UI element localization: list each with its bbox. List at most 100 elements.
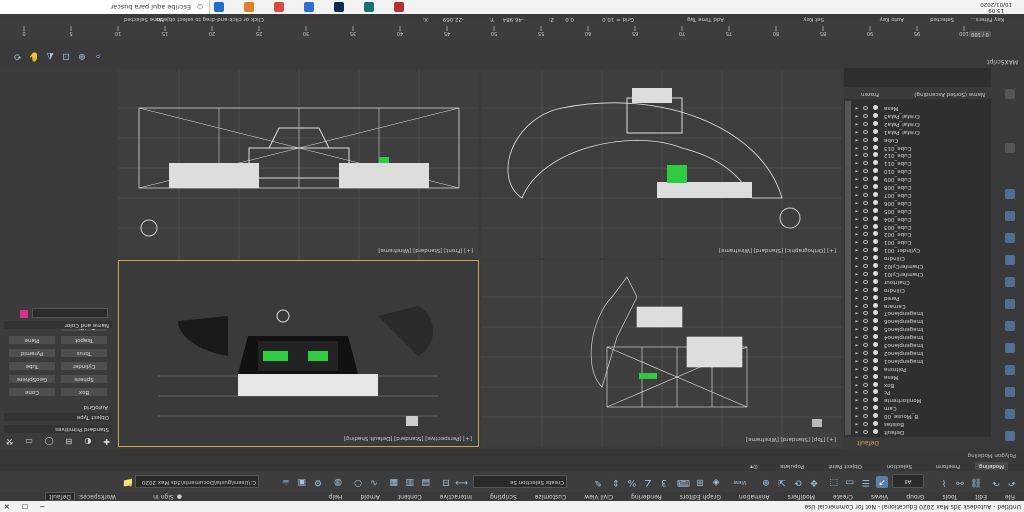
expand-arrow-icon[interactable]: ◂: [855, 270, 858, 277]
expand-arrow-icon[interactable]: ◂: [855, 333, 858, 340]
object-color-swatch[interactable]: [20, 310, 28, 318]
menu-customize[interactable]: Customize: [526, 493, 576, 500]
expand-arrow-icon[interactable]: ◂: [855, 112, 858, 119]
object-type-header[interactable]: Object Type: [4, 413, 112, 421]
angle-snap-icon[interactable]: ∠: [642, 476, 654, 488]
scene-item[interactable]: Cube_009 ◂: [851, 175, 991, 182]
modify-panel-icon[interactable]: [1005, 409, 1015, 419]
utilities-tab-icon[interactable]: ⚒: [6, 438, 13, 447]
expand-arrow-icon[interactable]: ◂: [855, 325, 858, 332]
scene-item[interactable]: ChamferCyl01 ◂: [851, 270, 991, 277]
scene-item[interactable]: Mesa ◂: [851, 373, 991, 380]
add-time-tag[interactable]: Add Time Tag: [687, 16, 724, 22]
ribbon-tab-object-paint[interactable]: Object Paint: [825, 462, 866, 470]
place-icon[interactable]: ⊕: [760, 476, 772, 488]
toggle-scene-explorer-icon[interactable]: ▤: [420, 476, 432, 488]
scene-item[interactable]: Cube_007 ◂: [851, 191, 991, 198]
cone-button[interactable]: Cone: [8, 387, 56, 397]
visibility-eye-icon[interactable]: [863, 335, 868, 340]
scene-item[interactable]: B_Mouse_00 ◂: [851, 412, 991, 419]
plane-button[interactable]: Plane: [8, 335, 56, 345]
visibility-eye-icon[interactable]: [863, 319, 868, 324]
schematic-view-icon[interactable]: ⎔: [352, 476, 364, 488]
visibility-eye-icon[interactable]: [863, 200, 868, 205]
geosphere-button[interactable]: GeoSphere: [8, 374, 56, 384]
expand-arrow-icon[interactable]: ◂: [855, 301, 858, 309]
scene-item[interactable]: Cube_002 ◂: [851, 230, 991, 238]
viewport-label-top[interactable]: [+] [Top] [Standard] [Wireframe]: [746, 436, 836, 442]
sign-in[interactable]: ● Sign In: [153, 492, 182, 501]
expand-arrow-icon[interactable]: ◂: [855, 159, 858, 166]
3dsmax-icon[interactable]: [364, 2, 374, 12]
rendered-frame-icon[interactable]: ▣: [296, 476, 308, 488]
render-setup-icon[interactable]: ⚙: [312, 476, 324, 488]
key-mode-selected[interactable]: Selected: [930, 16, 954, 22]
link-icon[interactable]: ⛓: [970, 476, 982, 488]
visibility-eye-icon[interactable]: [863, 193, 868, 197]
visibility-eye-icon[interactable]: [863, 106, 868, 111]
scene-item[interactable]: Imagenplano4 ◂: [851, 333, 991, 340]
menu-modifiers[interactable]: Modifiers: [779, 493, 824, 500]
task-view-icon[interactable]: [214, 2, 224, 12]
expand-arrow-icon[interactable]: ◂: [855, 183, 858, 190]
visibility-eye-icon[interactable]: [863, 327, 868, 332]
visibility-eye-icon[interactable]: [863, 161, 868, 166]
ribbon-tab-modeling[interactable]: Modeling: [974, 462, 1008, 470]
viewport-label-orthographic[interactable]: [+] [Orthographic] [Standard] [Wireframe…: [719, 247, 836, 253]
snap-toggle-icon[interactable]: 3: [658, 476, 670, 488]
zoom-all-icon[interactable]: ⊕: [76, 50, 88, 62]
expand-arrow-icon[interactable]: ◂: [855, 428, 858, 435]
project-folder-icon[interactable]: 📁: [122, 476, 134, 488]
toggle-layer-explorer-icon[interactable]: ▥: [404, 476, 416, 488]
expand-arrow-icon[interactable]: ◂: [855, 396, 858, 403]
menu-interactive[interactable]: Interactive: [431, 493, 481, 500]
expand-arrow-icon[interactable]: ◂: [855, 373, 858, 380]
scene-item[interactable]: Cube_004 ◂: [851, 215, 991, 222]
menu-scripting[interactable]: Scripting: [481, 493, 526, 500]
visibility-eye-icon[interactable]: [863, 224, 868, 229]
expand-arrow-icon[interactable]: ◂: [855, 404, 858, 411]
percent-snap-icon[interactable]: %: [626, 476, 638, 488]
visibility-eye-icon[interactable]: [863, 374, 868, 379]
scene-item[interactable]: Default ◂: [851, 428, 991, 435]
workspace-selector[interactable]: Workspaces: Default: [45, 492, 116, 501]
create-tab-icon[interactable]: ✚: [103, 438, 110, 447]
expand-arrow-icon[interactable]: ◂: [855, 128, 858, 135]
expand-arrow-icon[interactable]: ◂: [855, 294, 858, 301]
visibility-eye-icon[interactable]: [863, 343, 868, 348]
zoom-extents-icon[interactable]: ⊡: [60, 50, 72, 62]
undo-icon[interactable]: ↶: [1006, 476, 1018, 488]
expand-arrow-icon[interactable]: ◂: [855, 317, 858, 324]
bind-space-warp-icon[interactable]: ⌇: [938, 476, 950, 488]
visibility-eye-icon[interactable]: [863, 272, 868, 276]
visibility-eye-icon[interactable]: [863, 279, 868, 284]
project-path[interactable]: C:\Users\gusta\Documents\3ds Max 2020: [135, 475, 259, 488]
visibility-eye-icon[interactable]: [863, 248, 868, 253]
visibility-eye-icon[interactable]: [863, 232, 868, 237]
tube-button[interactable]: Tube: [8, 361, 56, 371]
expand-arrow-icon[interactable]: ◂: [855, 238, 858, 245]
scene-item[interactable]: Cristal_Pata2 ◂: [851, 120, 991, 127]
name-color-header[interactable]: Name and Color: [4, 321, 112, 329]
menu-animation[interactable]: Animation: [730, 493, 779, 500]
scene-item[interactable]: Cristal_Pata3 ◂: [851, 112, 991, 119]
visibility-eye-icon[interactable]: [863, 358, 868, 363]
expand-arrow-icon[interactable]: ◂: [855, 349, 858, 356]
frozen-toggle[interactable]: Frozen: [861, 91, 879, 97]
menu-tools[interactable]: Tools: [934, 493, 967, 500]
maxscript-mini-listener[interactable]: MAXScript: [987, 58, 1018, 65]
layer-icon[interactable]: [1005, 143, 1015, 153]
scene-item[interactable]: Mesa ◂: [851, 104, 991, 111]
create-panel-icon[interactable]: [1005, 431, 1015, 441]
z-coordinate[interactable]: 0.0: [565, 16, 574, 22]
mirror-icon[interactable]: ⟷: [455, 476, 468, 488]
pyramid-button[interactable]: Pyramid: [8, 348, 56, 358]
orbit-icon[interactable]: ⟲: [12, 50, 24, 62]
object-name-field[interactable]: [32, 308, 108, 318]
visibility-eye-icon[interactable]: [863, 390, 868, 395]
scene-item[interactable]: Cam ◂: [851, 404, 991, 411]
display-panel-icon[interactable]: [1005, 343, 1015, 353]
viewport-perspective[interactable]: [+] [Perspective] [Standard] [Default Sh…: [118, 260, 479, 447]
scene-scrollbar[interactable]: [845, 101, 851, 435]
motion-tab-icon[interactable]: ◯: [45, 438, 54, 447]
